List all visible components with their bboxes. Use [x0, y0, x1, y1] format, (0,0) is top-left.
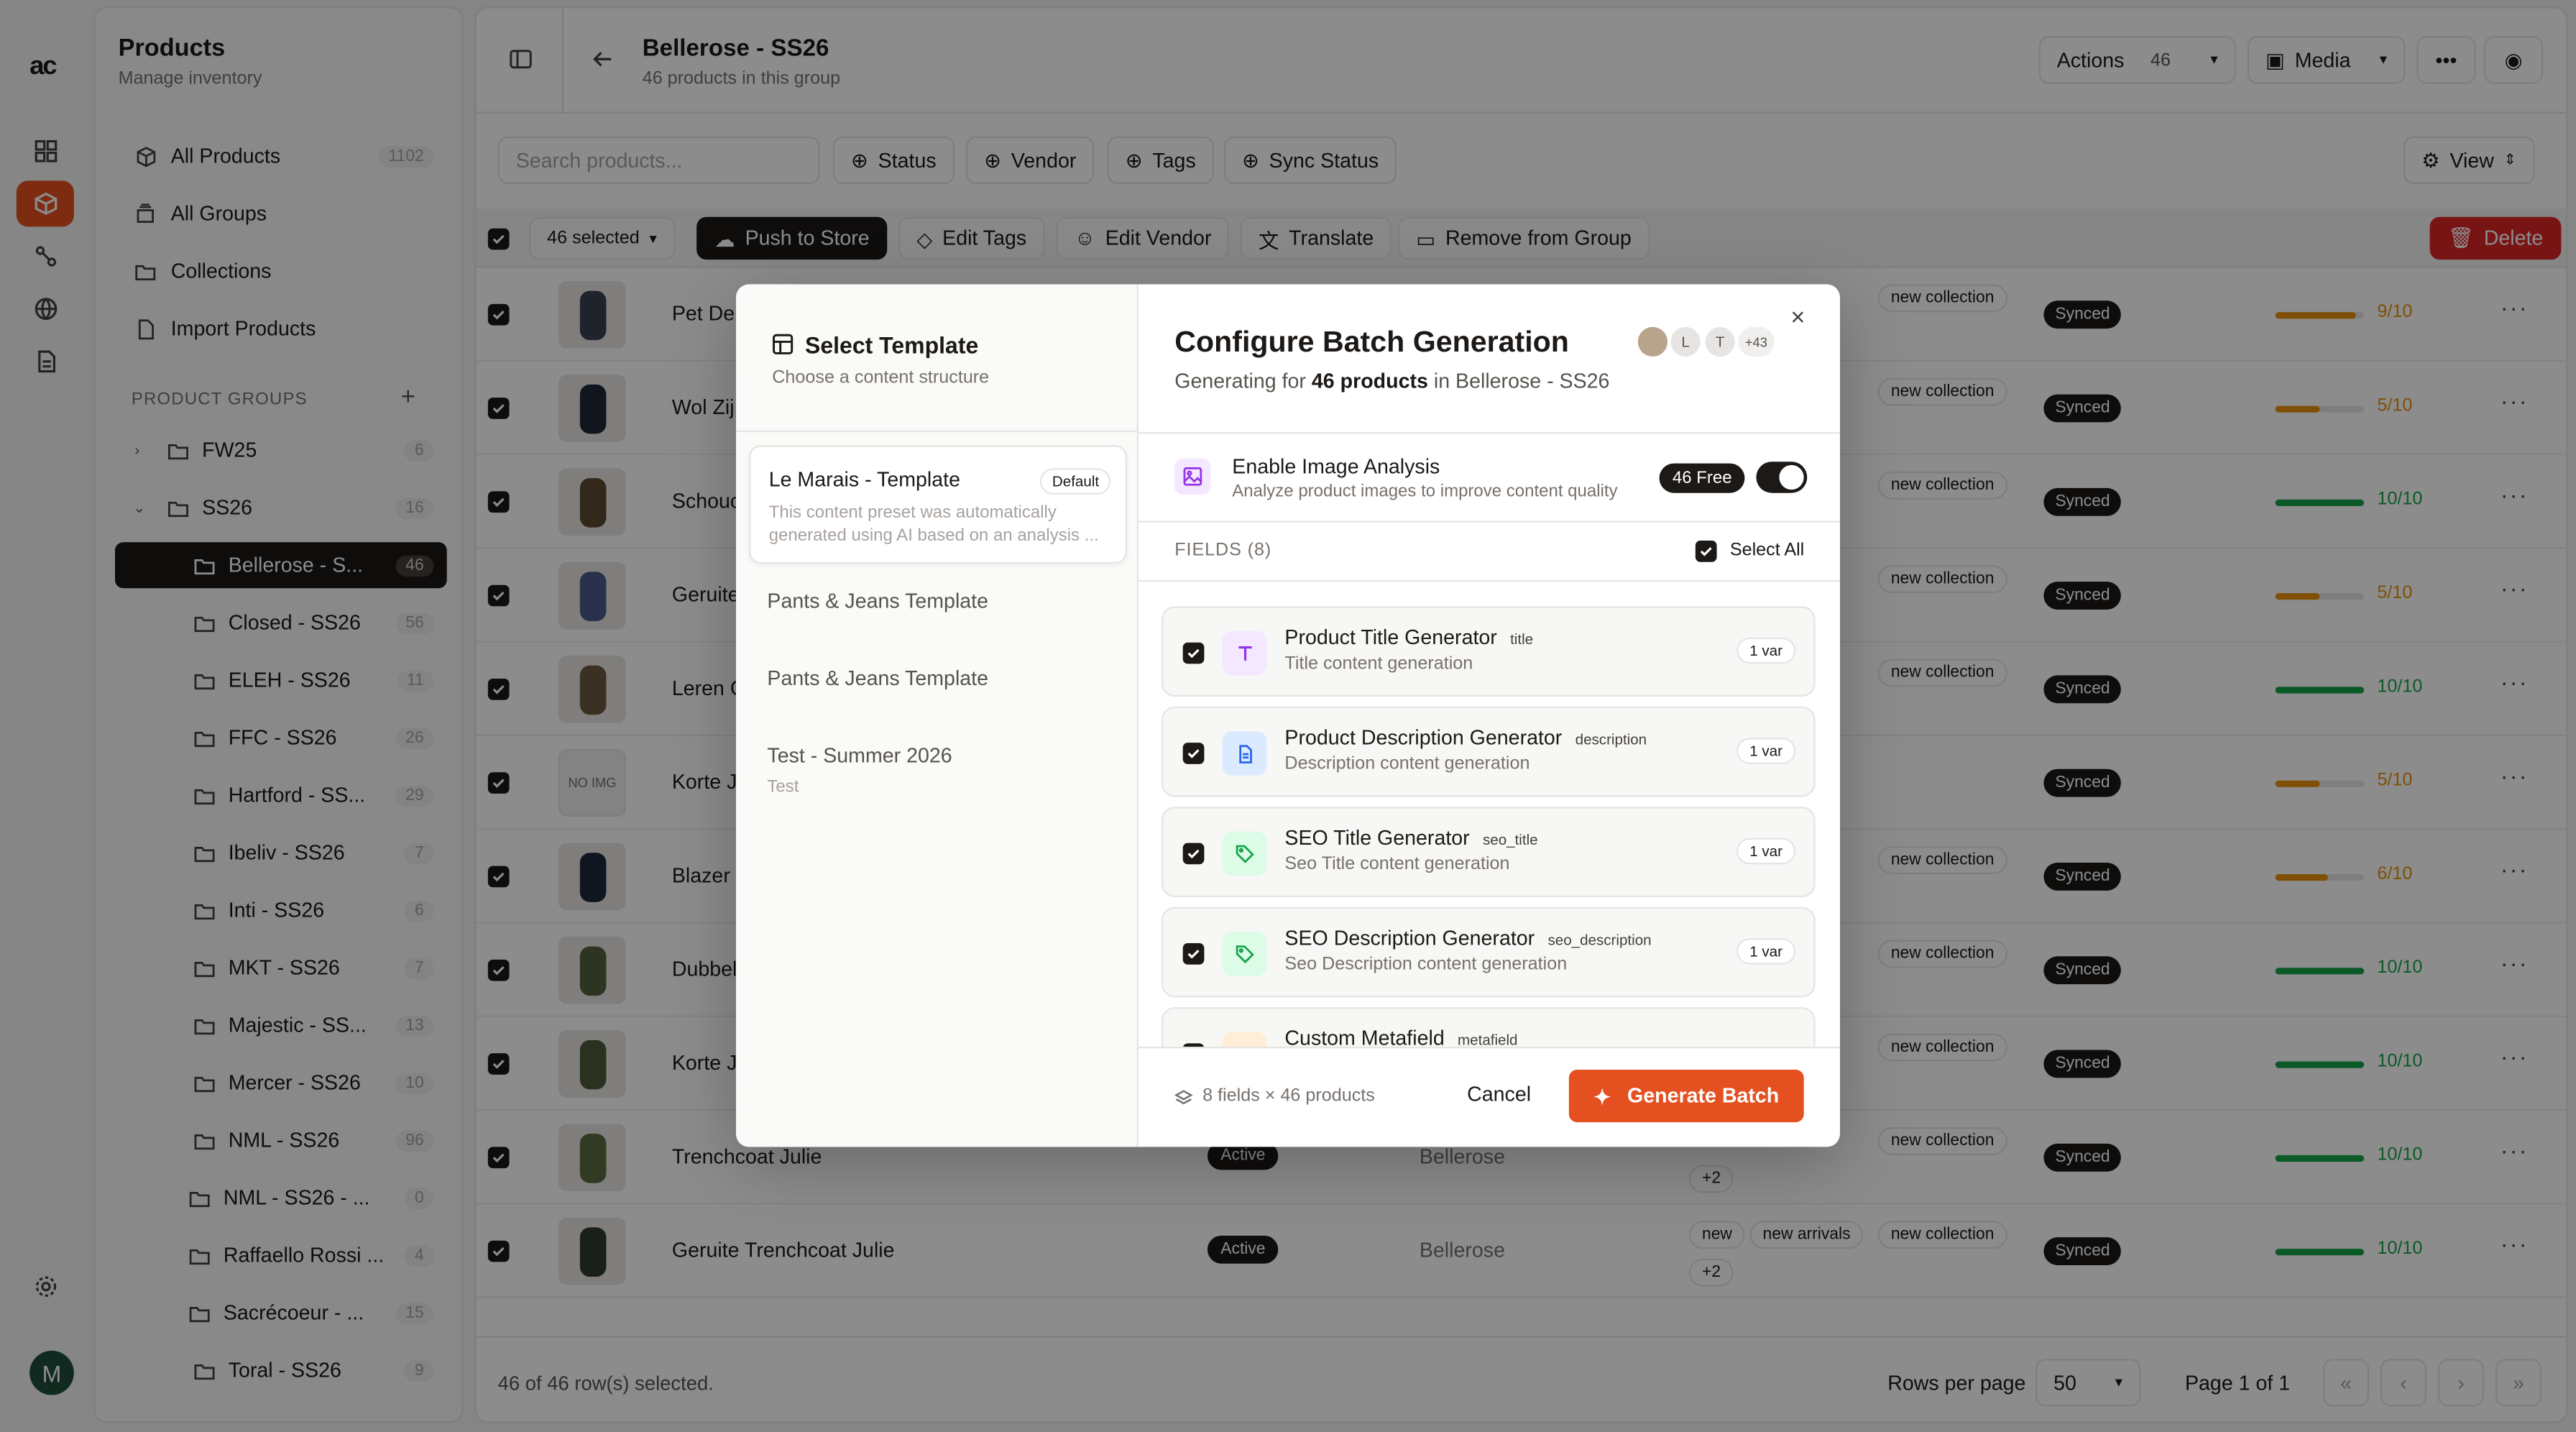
collaborator-avatar — [1634, 323, 1671, 360]
field-title: Product Description Generator description — [1284, 726, 1647, 750]
collaborator-avatar: T — [1701, 323, 1739, 360]
batch-config-title: Configure Batch Generation — [1174, 325, 1569, 359]
field-card[interactable]: Product Description Generator description… — [1161, 706, 1816, 797]
batch-config-panel: Configure Batch Generation Generating fo… — [1138, 284, 1840, 1147]
batch-generation-modal: Select Template Choose a content structu… — [735, 284, 1840, 1147]
default-badge: Default — [1040, 468, 1111, 495]
field-description: Seo Title content generation — [1284, 854, 1510, 874]
select-template-title: Select Template — [804, 331, 979, 359]
free-credits-badge: 46 Free — [1659, 463, 1745, 493]
image-analysis-subtitle: Analyze product images to improve conten… — [1232, 481, 1618, 502]
select-all-fields-checkbox[interactable] — [1695, 540, 1717, 562]
template-picker: Select Template Choose a content structu… — [735, 284, 1138, 1147]
generating-for-text: Generating for 46 products in Bellerose … — [1174, 370, 1610, 393]
template-option-selected[interactable]: Le Marais - Template Default This conten… — [749, 445, 1127, 564]
field-title: SEO Description Generator seo_description — [1284, 927, 1652, 950]
batch-summary: 8 fields × 46 products — [1202, 1086, 1375, 1106]
document-icon — [1222, 731, 1267, 776]
select-template-subtitle: Choose a content structure — [772, 367, 990, 388]
layers-icon — [1174, 1086, 1193, 1116]
variable-count-badge: 1 var — [1736, 738, 1796, 764]
field-key: seo_description — [1547, 931, 1652, 948]
image-analysis-icon — [1174, 458, 1211, 495]
image-analysis-toggle[interactable] — [1756, 462, 1808, 493]
field-card[interactable]: Custom Metafield metafield — [1161, 1007, 1816, 1047]
variable-count-badge: 1 var — [1736, 837, 1796, 865]
field-card[interactable]: SEO Title Generator seo_title Seo Title c… — [1161, 807, 1816, 897]
fields-heading: FIELDS (8) — [1174, 540, 1272, 561]
field-card[interactable]: Product Title Generator title Title conte… — [1161, 606, 1816, 697]
cancel-button[interactable]: Cancel — [1467, 1083, 1531, 1106]
close-icon[interactable]: × — [1790, 304, 1805, 332]
field-title: Custom Metafield metafield — [1284, 1027, 1517, 1047]
field-checkbox[interactable] — [1182, 743, 1205, 764]
variable-count-badge: 1 var — [1736, 938, 1796, 965]
field-checkbox[interactable] — [1182, 942, 1205, 965]
magic-wand-icon: ✦ — [1593, 1085, 1611, 1109]
more-collaborators-badge: +43 — [1734, 323, 1778, 360]
image-analysis-title: Enable Image Analysis — [1232, 455, 1440, 479]
fields-list: Product Title Generator title Title conte… — [1138, 582, 1840, 1047]
template-icon — [772, 334, 794, 363]
field-key: seo_title — [1482, 831, 1538, 848]
field-title: SEO Title Generator seo_title — [1284, 826, 1538, 850]
field-description: Title content generation — [1284, 653, 1473, 674]
field-key: metafield — [1458, 1032, 1518, 1047]
tag-icon — [1222, 931, 1267, 976]
variable-count-badge: 1 var — [1736, 637, 1796, 664]
code-icon — [1222, 1032, 1267, 1047]
tag-icon — [1222, 831, 1267, 876]
field-description: Seo Description content generation — [1284, 954, 1568, 975]
field-key: title — [1510, 630, 1534, 648]
field-description: Description content generation — [1284, 754, 1530, 774]
app-root: ac M Products Manage inventory All Produ… — [0, 0, 2576, 1432]
template-option[interactable]: Pants & Jeans Template — [749, 667, 1127, 733]
field-card[interactable]: SEO Description Generator seo_description… — [1161, 907, 1816, 998]
field-key: description — [1575, 731, 1647, 748]
field-checkbox[interactable] — [1182, 642, 1205, 664]
collaborator-avatar: L — [1667, 323, 1704, 360]
template-option[interactable]: Pants & Jeans Template — [749, 590, 1127, 656]
select-all-label: Select All — [1729, 540, 1805, 561]
generate-batch-button[interactable]: ✦ Generate Batch — [1568, 1069, 1804, 1123]
field-checkbox[interactable] — [1182, 843, 1205, 865]
template-option[interactable]: Test - Summer 2026 Test — [749, 744, 1127, 809]
field-title: Product Title Generator title — [1284, 625, 1534, 649]
text-icon — [1222, 630, 1267, 676]
